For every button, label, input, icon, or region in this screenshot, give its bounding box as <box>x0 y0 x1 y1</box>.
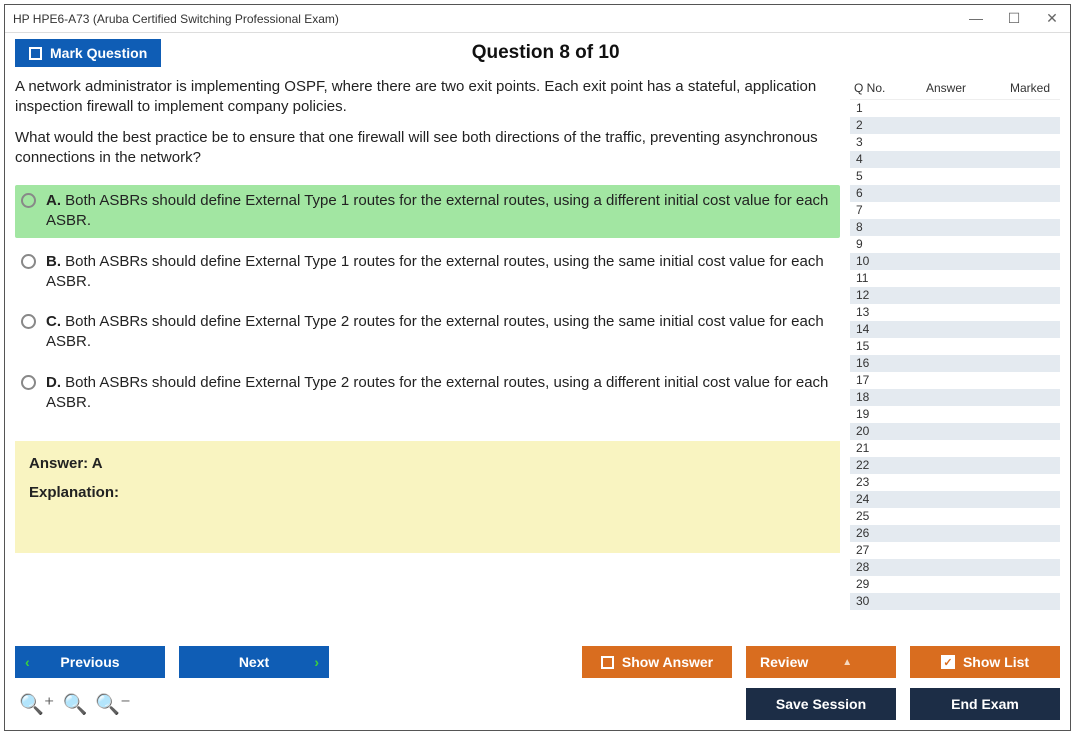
question-row[interactable]: 15 <box>850 338 1060 355</box>
chevron-right-icon: › <box>314 654 319 670</box>
question-row[interactable]: 18 <box>850 389 1060 406</box>
question-row[interactable]: 11 <box>850 270 1060 287</box>
option-text: B. Both ASBRs should define External Typ… <box>46 252 830 293</box>
question-row[interactable]: 13 <box>850 304 1060 321</box>
footer-row-2: 🔍⁺ 🔍 🔍⁻ Save Session End Exam <box>15 688 1060 720</box>
question-row[interactable]: 25 <box>850 508 1060 525</box>
question-row[interactable]: 27 <box>850 542 1060 559</box>
question-list-panel: Q No. Answer Marked 12345678910111213141… <box>850 77 1060 636</box>
option-b[interactable]: B. Both ASBRs should define External Typ… <box>15 246 840 299</box>
maximize-icon[interactable]: ☐ <box>1004 10 1024 27</box>
answer-box: Answer: A Explanation: <box>15 441 840 553</box>
question-row[interactable]: 29 <box>850 576 1060 593</box>
question-row[interactable]: 24 <box>850 491 1060 508</box>
explanation-label: Explanation: <box>29 484 826 501</box>
question-pane: A network administrator is implementing … <box>15 77 840 636</box>
question-row[interactable]: 14 <box>850 321 1060 338</box>
content-area: A network administrator is implementing … <box>5 77 1070 636</box>
question-row[interactable]: 21 <box>850 440 1060 457</box>
question-row[interactable]: 3 <box>850 134 1060 151</box>
review-button[interactable]: Review ▲ <box>746 646 896 678</box>
end-exam-button[interactable]: End Exam <box>910 688 1060 720</box>
show-answer-button[interactable]: Show Answer <box>582 646 732 678</box>
option-text: D. Both ASBRs should define External Typ… <box>46 373 830 414</box>
footer: ‹ Previous Next › Show Answer Review ▲ ✓… <box>5 636 1070 730</box>
zoom-out-icon[interactable]: 🔍⁻ <box>95 692 130 717</box>
question-row[interactable]: 26 <box>850 525 1060 542</box>
question-row[interactable]: 4 <box>850 151 1060 168</box>
save-session-button[interactable]: Save Session <box>746 688 896 720</box>
show-list-button[interactable]: ✓ Show List <box>910 646 1060 678</box>
question-list[interactable]: 1234567891011121314151617181920212223242… <box>850 99 1060 636</box>
close-icon[interactable]: ✕ <box>1042 10 1062 27</box>
question-list-header: Q No. Answer Marked <box>850 77 1060 99</box>
mark-question-button[interactable]: Mark Question <box>15 39 161 67</box>
radio-icon[interactable] <box>21 254 36 269</box>
answer-label: Answer: A <box>29 455 826 472</box>
review-label: Review <box>760 654 808 670</box>
show-list-label: Show List <box>963 654 1029 670</box>
end-exam-label: End Exam <box>951 696 1019 712</box>
question-row[interactable]: 2 <box>850 117 1060 134</box>
col-answer: Answer <box>896 81 996 95</box>
option-a[interactable]: A. Both ASBRs should define External Typ… <box>15 185 840 238</box>
window-title: HP HPE6-A73 (Aruba Certified Switching P… <box>13 12 966 26</box>
question-row[interactable]: 1 <box>850 100 1060 117</box>
option-text: A. Both ASBRs should define External Typ… <box>46 191 830 232</box>
question-row[interactable]: 22 <box>850 457 1060 474</box>
question-row[interactable]: 17 <box>850 372 1060 389</box>
exam-window: HP HPE6-A73 (Aruba Certified Switching P… <box>4 4 1071 731</box>
question-row[interactable]: 23 <box>850 474 1060 491</box>
radio-icon[interactable] <box>21 314 36 329</box>
options-list: A. Both ASBRs should define External Typ… <box>15 185 840 427</box>
show-answer-label: Show Answer <box>622 654 713 670</box>
question-row[interactable]: 10 <box>850 253 1060 270</box>
question-paragraph: What would the best practice be to ensur… <box>15 128 840 167</box>
window-controls: — ☐ ✕ <box>966 10 1062 27</box>
zoom-in-icon[interactable]: 🔍⁺ <box>19 692 54 717</box>
minimize-icon[interactable]: — <box>966 10 986 27</box>
option-d[interactable]: D. Both ASBRs should define External Typ… <box>15 367 840 420</box>
chevron-left-icon: ‹ <box>25 654 30 670</box>
dropdown-arrow-icon: ▲ <box>842 657 852 668</box>
zoom-controls: 🔍⁺ 🔍 🔍⁻ <box>15 692 131 717</box>
previous-label: Previous <box>60 654 119 670</box>
question-text: A network administrator is implementing … <box>15 77 840 179</box>
question-row[interactable]: 6 <box>850 185 1060 202</box>
col-marked: Marked <box>996 81 1056 95</box>
question-row[interactable]: 7 <box>850 202 1060 219</box>
mark-question-label: Mark Question <box>50 45 147 61</box>
checkbox-icon <box>601 656 614 669</box>
question-row[interactable]: 8 <box>850 219 1060 236</box>
question-row[interactable]: 28 <box>850 559 1060 576</box>
col-qno: Q No. <box>854 81 896 95</box>
zoom-reset-icon[interactable]: 🔍 <box>62 692 87 717</box>
question-row[interactable]: 30 <box>850 593 1060 610</box>
question-paragraph: A network administrator is implementing … <box>15 77 840 116</box>
question-row[interactable]: 19 <box>850 406 1060 423</box>
question-row[interactable]: 12 <box>850 287 1060 304</box>
checkbox-icon <box>29 47 42 60</box>
checked-icon: ✓ <box>941 655 955 669</box>
option-c[interactable]: C. Both ASBRs should define External Typ… <box>15 306 840 359</box>
save-session-label: Save Session <box>776 696 866 712</box>
radio-icon[interactable] <box>21 193 36 208</box>
previous-button[interactable]: ‹ Previous <box>15 646 165 678</box>
question-row[interactable]: 16 <box>850 355 1060 372</box>
titlebar: HP HPE6-A73 (Aruba Certified Switching P… <box>5 5 1070 33</box>
next-label: Next <box>239 654 269 670</box>
radio-icon[interactable] <box>21 375 36 390</box>
question-counter: Question 8 of 10 <box>161 42 1060 64</box>
question-row[interactable]: 5 <box>850 168 1060 185</box>
header-row: Mark Question Question 8 of 10 <box>5 33 1070 77</box>
question-row[interactable]: 9 <box>850 236 1060 253</box>
option-text: C. Both ASBRs should define External Typ… <box>46 312 830 353</box>
footer-row-1: ‹ Previous Next › Show Answer Review ▲ ✓… <box>15 646 1060 678</box>
question-row[interactable]: 20 <box>850 423 1060 440</box>
next-button[interactable]: Next › <box>179 646 329 678</box>
